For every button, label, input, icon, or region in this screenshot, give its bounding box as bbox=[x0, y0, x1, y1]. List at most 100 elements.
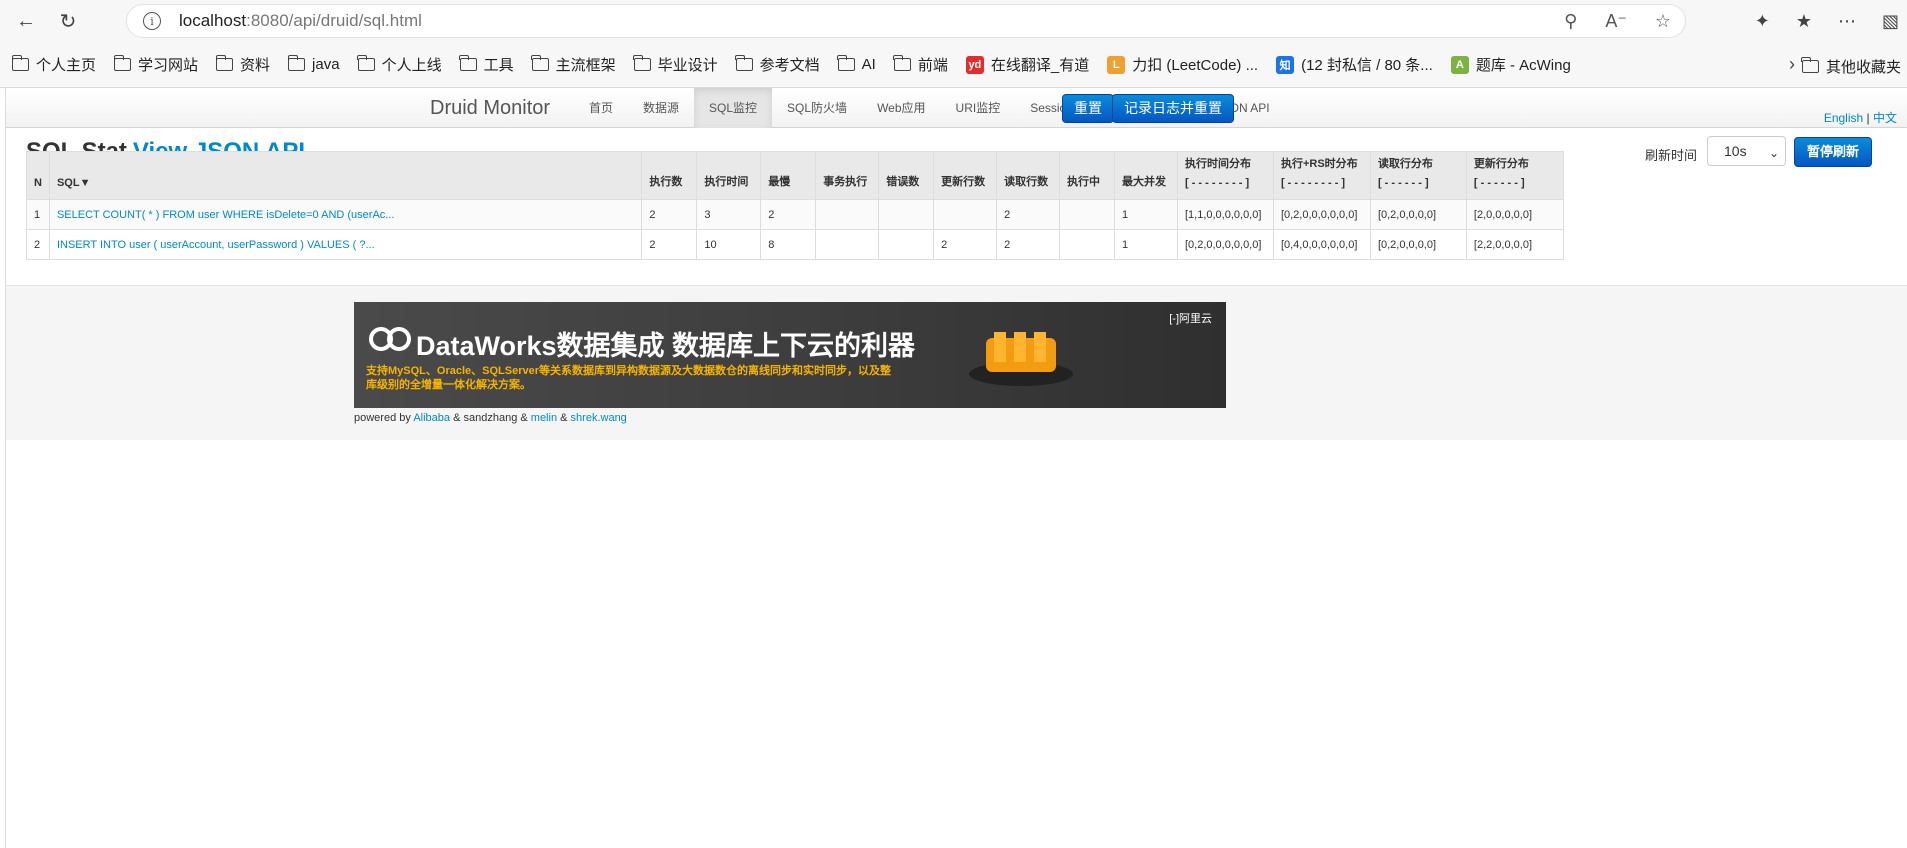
column-header-label: 更新行分布 bbox=[1473, 158, 1529, 170]
column-header: 最慢 bbox=[760, 151, 817, 200]
bookmark-label: 在线翻译_有道 bbox=[990, 57, 1090, 74]
footer: DataWorks数据集成 数据库上下云的利器 支持MySQL、Oracle、S… bbox=[6, 285, 1907, 440]
banner-title: DataWorks数据集成 数据库上下云的利器 bbox=[416, 331, 916, 361]
bookmark-item[interactable]: yd 在线翻译_有道 bbox=[965, 54, 1090, 75]
bookmark-item[interactable]: AI bbox=[837, 55, 876, 73]
shrek-link[interactable]: shrek.wang bbox=[571, 412, 627, 424]
site-info-icon[interactable]: i bbox=[143, 12, 161, 30]
table-cell: 10 bbox=[696, 229, 762, 260]
log-and-reset-button[interactable]: 记录日志并重置 bbox=[1112, 94, 1234, 123]
column-header-label: 最慢 bbox=[768, 176, 791, 188]
column-header: 执行数 bbox=[641, 151, 698, 200]
brand[interactable]: Druid Monitor bbox=[430, 97, 550, 120]
table-cell: 2 bbox=[641, 229, 698, 260]
more-menu-icon[interactable]: ⋯ bbox=[1838, 11, 1856, 32]
dataworks-banner[interactable]: DataWorks数据集成 数据库上下云的利器 支持MySQL、Oracle、S… bbox=[354, 302, 1226, 408]
folder-icon bbox=[113, 55, 132, 71]
nav-link[interactable]: SQL监控 bbox=[694, 88, 773, 128]
bookmark-label: 个人上线 bbox=[381, 57, 442, 74]
chevron-right-icon[interactable]: › bbox=[1789, 54, 1795, 75]
bookmark-item[interactable]: 毕业设计 bbox=[633, 54, 718, 75]
bookmark-label: 力扣 (LeetCode) ... bbox=[1132, 57, 1259, 74]
bookmark-other-folder[interactable]: 其他收藏夹 bbox=[1801, 56, 1901, 77]
back-arrow-icon[interactable]: ← bbox=[8, 3, 44, 39]
column-header: 读取行数 bbox=[996, 151, 1061, 200]
column-header: 执行+RS时分布 [ - - - - - - - - ] bbox=[1272, 151, 1371, 200]
bookmark-item[interactable]: 资料 bbox=[215, 54, 271, 75]
table-cell: 1 bbox=[26, 199, 50, 230]
bookmark-label: java bbox=[312, 56, 340, 73]
bookmark-label: 参考文档 bbox=[759, 57, 820, 74]
column-header: 执行时间分布 [ - - - - - - - - ] bbox=[1176, 151, 1274, 200]
table-header-row: N SQL▼ 执行数 执行时间 最慢 事务执行 错误数 更新行数 读取行数 执行中 最大并发 执行时间… bbox=[26, 151, 1565, 200]
table-cell: [0,2,0,0,0,0] bbox=[1369, 199, 1467, 230]
bookmark-label: 个人主页 bbox=[36, 57, 97, 74]
bookmark-item[interactable]: 工具 bbox=[459, 54, 514, 75]
lang-english-link[interactable]: English bbox=[1824, 111, 1863, 125]
address-bar[interactable]: i localhost:8080/api/druid/sql.html ⚲ A⁻… bbox=[126, 4, 1686, 38]
aliyun-logo: [-]阿里云 bbox=[1169, 313, 1212, 325]
bookmark-item[interactable]: 参考文档 bbox=[735, 54, 820, 75]
alibaba-link[interactable]: Alibaba bbox=[413, 412, 450, 424]
column-header-sub: [ - - - - - - - - ] bbox=[1280, 177, 1346, 189]
extensions-icon[interactable]: ✦ bbox=[1755, 11, 1770, 32]
favorites-icon[interactable]: ★ bbox=[1796, 11, 1812, 32]
melin-link[interactable]: melin bbox=[531, 412, 557, 424]
refresh-interval-value: 10s bbox=[1724, 143, 1747, 159]
folder-icon bbox=[215, 55, 234, 71]
nav-link[interactable]: 数据源 bbox=[628, 88, 694, 128]
table-cell bbox=[1059, 199, 1116, 230]
column-header[interactable]: SQL▼ bbox=[48, 151, 643, 200]
bookmark-label: 资料 bbox=[240, 57, 271, 74]
bookmark-item[interactable]: 个人主页 bbox=[11, 54, 97, 75]
sql-link[interactable]: SELECT COUNT( * ) FROM user WHERE isDele… bbox=[57, 209, 395, 221]
refresh-icon[interactable]: ↻ bbox=[50, 3, 86, 39]
youdao-icon: yd bbox=[965, 55, 984, 74]
column-header-label: 读取行分布 bbox=[1377, 158, 1433, 170]
nav-link[interactable]: Web应用 bbox=[862, 88, 940, 128]
table-cell bbox=[878, 229, 935, 260]
table-cell: 2 bbox=[760, 199, 817, 230]
bookmark-item[interactable]: 前端 bbox=[893, 54, 948, 75]
bookmark-label: 毕业设计 bbox=[657, 57, 718, 74]
nav-link[interactable]: SQL防火墙 bbox=[772, 88, 862, 128]
table-cell: [2,0,0,0,0,0] bbox=[1465, 199, 1565, 230]
bookmark-label: 题库 - AcWing bbox=[1475, 57, 1571, 74]
table-cell: 2 bbox=[996, 229, 1061, 260]
powered-prefix: powered by bbox=[354, 412, 411, 424]
folder-icon bbox=[459, 55, 477, 71]
bookmark-item[interactable]: A 题库 - AcWing bbox=[1450, 54, 1571, 75]
favorite-star-icon[interactable]: ☆ bbox=[1655, 11, 1671, 32]
column-header: 最大并发 bbox=[1114, 151, 1178, 200]
table-cell: [0,2,0,0,0,0,0,0] bbox=[1176, 229, 1274, 260]
bookmark-item[interactable]: L 力扣 (LeetCode) ... bbox=[1107, 54, 1258, 75]
sidebar-icon[interactable]: ▧ bbox=[1882, 11, 1899, 32]
bookmark-item[interactable]: 知 (12 封私信 / 80 条... bbox=[1276, 54, 1433, 75]
nav-link[interactable]: 首页 bbox=[574, 88, 628, 128]
column-header-sub: [ - - - - - - - - ] bbox=[1184, 177, 1250, 189]
pause-refresh-button[interactable]: 暂停刷新 bbox=[1794, 137, 1873, 167]
read-aloud-icon[interactable]: A⁻ bbox=[1605, 11, 1627, 32]
sql-stat-table: N SQL▼ 执行数 执行时间 最慢 事务执行 错误数 更新行数 读取行数 执行中 最大并发 执行时间… bbox=[26, 151, 1565, 260]
url-text[interactable]: localhost:8080/api/druid/sql.html bbox=[179, 11, 422, 31]
reset-button[interactable]: 重置 bbox=[1062, 94, 1114, 123]
table-cell: 1 bbox=[1114, 229, 1178, 260]
bookmark-item[interactable]: 个人上线 bbox=[357, 54, 442, 75]
nav-link[interactable]: URI监控 bbox=[941, 88, 1016, 128]
refresh-interval-select[interactable]: 10s ⌄ bbox=[1707, 136, 1786, 166]
bookmark-item[interactable]: java bbox=[287, 55, 340, 73]
column-header: 更新行分布 [ - - - - - - ] bbox=[1465, 151, 1565, 200]
table-row: 1 SELECT COUNT( * ) FROM user WHERE isDel… bbox=[26, 199, 1565, 230]
bookmark-item[interactable]: 学习网站 bbox=[113, 54, 198, 75]
bookmark-label: 前端 bbox=[917, 57, 948, 74]
table-cell bbox=[815, 229, 880, 260]
table-cell bbox=[1059, 229, 1116, 260]
chevron-down-icon: ⌄ bbox=[1768, 146, 1779, 160]
bookmark-item[interactable]: 主流框架 bbox=[531, 54, 616, 75]
zoom-icon[interactable]: ⚲ bbox=[1564, 11, 1577, 32]
lang-chinese-link[interactable]: 中文 bbox=[1873, 111, 1897, 125]
sql-link[interactable]: INSERT INTO user ( userAccount, userPass… bbox=[57, 239, 375, 251]
table-row: 2 INSERT INTO user ( userAccount, userPas… bbox=[26, 229, 1565, 260]
druid-navbar: Druid Monitor 首页 数据源 SQL监控 SQL防火墙 Web应用 URI监控… bbox=[6, 88, 1907, 128]
bookmark-label: (12 封私信 / 80 条... bbox=[1301, 57, 1433, 74]
